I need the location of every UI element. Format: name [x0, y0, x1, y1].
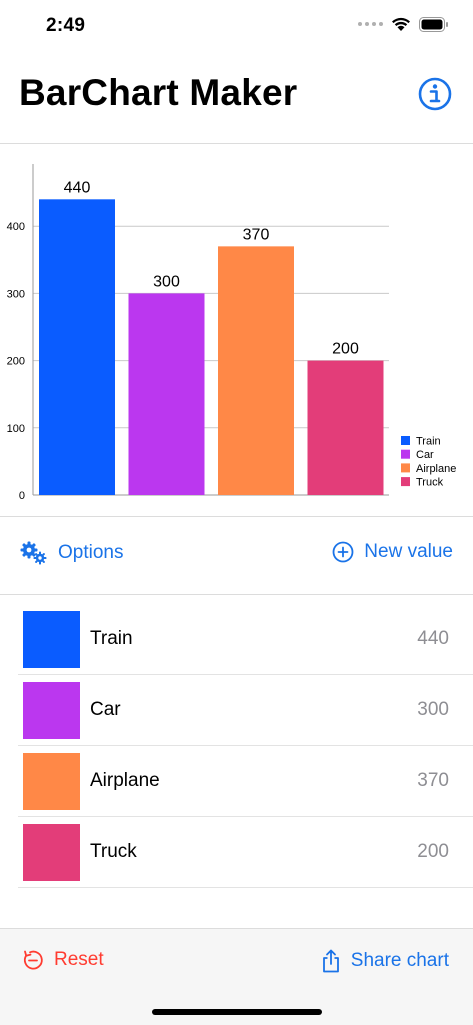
options-button[interactable]: Options — [20, 541, 123, 565]
bar-train — [39, 199, 115, 495]
bar-airplane — [218, 246, 294, 495]
legend-swatch — [401, 463, 410, 473]
gears-icon — [20, 541, 47, 565]
status-indicators — [358, 16, 449, 32]
bar-chart-svg: 0 100 200 300 400 440 300 370 200 TrainCar Airplan… — [7, 164, 456, 502]
reset-button[interactable]: Reset — [22, 949, 104, 971]
y-tick-label: 300 — [7, 288, 25, 300]
color-swatch — [23, 682, 80, 739]
reset-label: Reset — [54, 949, 104, 970]
bar-chart: 0 100 200 300 400 440 300 370 200 Train Car Airplan… — [0, 144, 473, 517]
legend-label: Airplane — [416, 463, 456, 475]
share-chart-button[interactable]: Share chart — [321, 949, 449, 973]
plus-circle-icon — [332, 541, 354, 563]
share-chart-label: Share chart — [350, 950, 449, 971]
home-indicator — [152, 1009, 322, 1015]
info-circle-icon[interactable] — [417, 76, 453, 112]
item-label: Car — [90, 699, 121, 720]
status-time: 2:49 — [46, 15, 86, 36]
color-swatch — [23, 824, 80, 881]
y-tick-label: 100 — [7, 423, 25, 435]
list-item-car[interactable]: Car 300 — [18, 675, 473, 746]
navigation-bar: BarChart Maker — [0, 60, 473, 144]
new-value-label: New value — [364, 541, 453, 562]
list-item-airplane[interactable]: Airplane 370 — [18, 746, 473, 817]
item-value: 370 — [417, 770, 449, 791]
data-label: 370 — [243, 226, 270, 243]
bottom-toolbar: Reset Share chart — [0, 928, 473, 1025]
share-icon — [322, 949, 339, 973]
y-tick-label: 400 — [7, 221, 25, 233]
battery-icon — [419, 16, 448, 32]
legend-label: Car — [416, 449, 434, 461]
bar-truck — [307, 360, 384, 495]
data-label: 200 — [332, 341, 359, 358]
list-item-truck[interactable]: Truck 200 — [18, 817, 473, 888]
y-tick-label: 0 — [19, 490, 25, 502]
item-value: 440 — [417, 628, 449, 649]
value-list: Train 440 Car 300 Airplane 370 Truck 200 — [18, 604, 473, 888]
y-tick-label: 200 — [7, 356, 25, 368]
legend-swatch — [401, 477, 410, 487]
actions-row: Options New value — [0, 517, 473, 595]
item-value: 300 — [417, 699, 449, 720]
options-label: Options — [58, 542, 124, 563]
data-label: 440 — [64, 179, 91, 196]
color-swatch — [23, 611, 80, 668]
cellular-signal-icon — [358, 22, 383, 26]
legend-label: Truck — [416, 477, 444, 489]
reset-icon — [23, 950, 43, 970]
legend-swatch — [401, 436, 410, 445]
status-bar: 2:49 — [0, 0, 473, 52]
color-swatch — [23, 753, 80, 810]
item-label: Train — [90, 628, 133, 649]
wifi-icon — [392, 17, 410, 31]
new-value-button[interactable]: New value — [332, 541, 453, 563]
legend-label: Train — [416, 436, 441, 448]
bar-car — [128, 293, 205, 495]
legend-swatch — [401, 449, 410, 459]
list-item-train[interactable]: Train 440 — [18, 604, 473, 675]
item-value: 200 — [417, 841, 449, 862]
data-label: 300 — [153, 273, 180, 290]
app-title: BarChart Maker — [19, 72, 298, 113]
item-label: Truck — [90, 841, 137, 862]
item-label: Airplane — [90, 770, 160, 791]
